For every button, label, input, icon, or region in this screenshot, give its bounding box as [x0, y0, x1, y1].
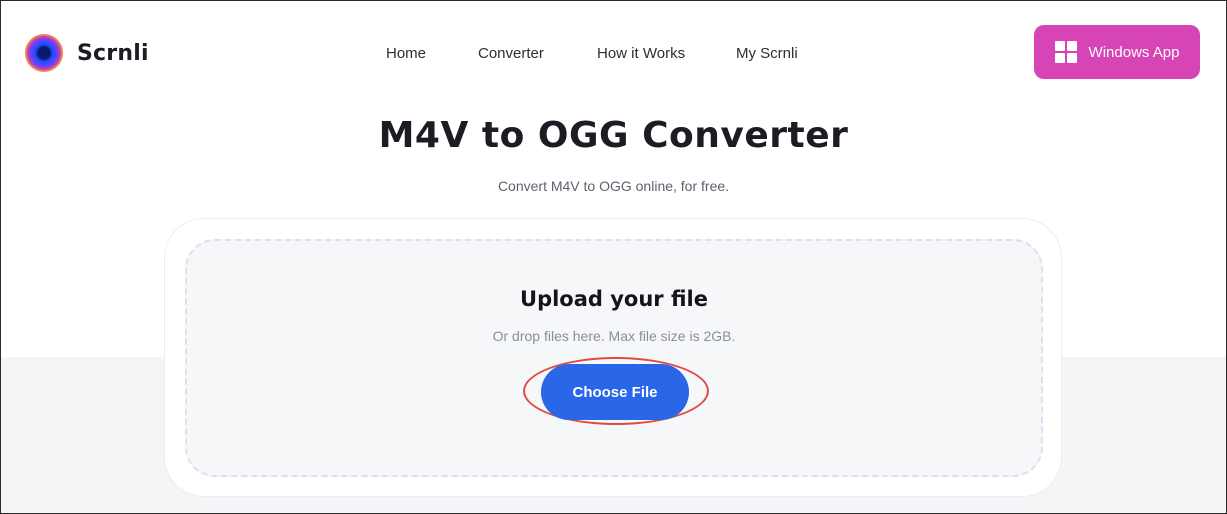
page-subtitle: Convert M4V to OGG online, for free.: [497, 178, 730, 194]
windows-icon: [1054, 41, 1077, 63]
brand-name: Scrnli: [77, 40, 149, 66]
choose-file-button[interactable]: Choose File: [541, 364, 689, 420]
page-title: M4V to OGG Converter: [378, 115, 849, 156]
nav-item-home[interactable]: Home: [386, 45, 426, 62]
brand-logo[interactable]: Scrnli: [25, 34, 149, 72]
windows-app-label: Windows App: [1088, 43, 1180, 61]
upload-card: Upload your file Or drop files here. Max…: [164, 218, 1062, 497]
file-dropzone[interactable]: Upload your file Or drop files here. Max…: [185, 239, 1043, 477]
nav-item-converter[interactable]: Converter: [478, 45, 544, 62]
nav-item-my-scrnli[interactable]: My Scrnli: [736, 45, 798, 62]
nav-item-how-it-works[interactable]: How it Works: [597, 45, 685, 62]
upload-title: Upload your file: [520, 287, 708, 311]
upload-hint: Or drop files here. Max file size is 2GB…: [492, 328, 736, 344]
logo-icon: [25, 34, 63, 72]
page: Scrnli Home Converter How it Works My Sc…: [0, 0, 1227, 514]
windows-app-button[interactable]: Windows App: [1034, 25, 1200, 79]
